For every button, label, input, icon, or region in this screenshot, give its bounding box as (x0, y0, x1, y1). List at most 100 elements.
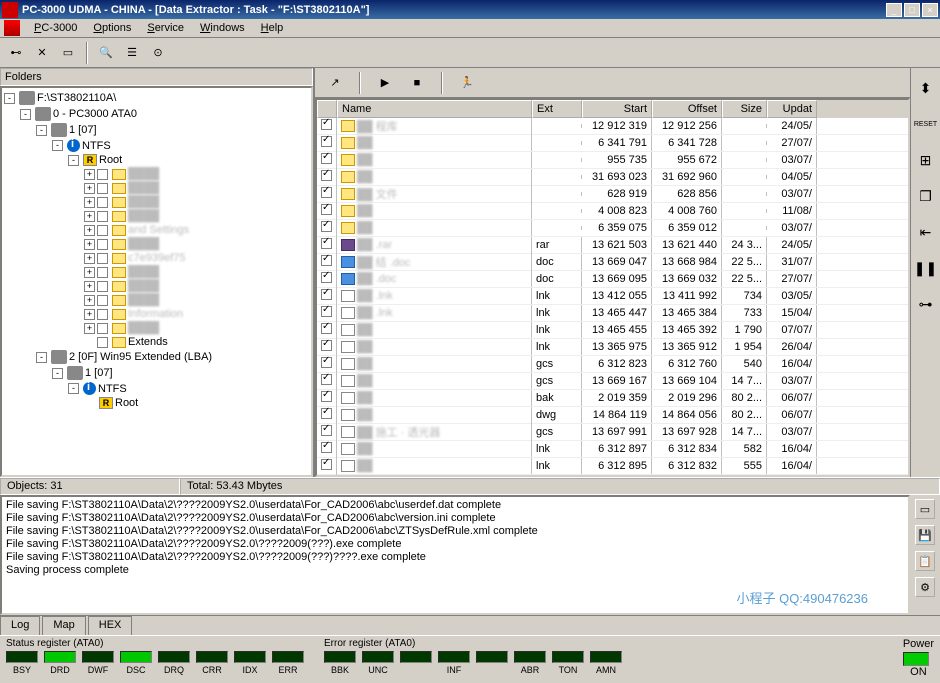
tree-checkbox[interactable] (97, 169, 108, 180)
row-checkbox[interactable] (321, 340, 332, 351)
col-updated[interactable]: Updat (767, 100, 817, 118)
tool-search-icon[interactable]: 🔍 (94, 41, 118, 65)
side-copy-icon[interactable]: ❐ (914, 184, 938, 208)
side-tool-1-icon[interactable]: ⬍ (914, 76, 938, 100)
col-size[interactable]: Size (722, 100, 767, 118)
col-offset[interactable]: Offset (652, 100, 722, 118)
tree-label[interactable]: and Settings (128, 224, 189, 236)
side-pause-icon[interactable]: ❚❚ (914, 256, 938, 280)
table-row[interactable]: ██gcs13 669 16713 669 10414 7...03/07/ (317, 373, 908, 390)
tree-checkbox[interactable] (97, 253, 108, 264)
row-checkbox[interactable] (321, 136, 332, 147)
tree-label[interactable]: ████ (128, 280, 159, 292)
tree-toggle[interactable]: + (84, 309, 95, 320)
row-checkbox[interactable] (321, 391, 332, 402)
tree-toggle[interactable]: + (84, 323, 95, 334)
tree-label[interactable]: F:\ST3802110A\ (37, 92, 116, 104)
tree-label[interactable]: ████ (128, 294, 159, 306)
tree-label[interactable]: NTFS (98, 383, 127, 395)
tree-checkbox[interactable] (97, 211, 108, 222)
side-reset-icon[interactable]: RESET (914, 112, 938, 136)
side-tool-7-icon[interactable]: ⊶ (914, 292, 938, 316)
table-row[interactable]: ██lnk13 365 97513 365 9121 95426/04/ (317, 339, 908, 356)
row-checkbox[interactable] (321, 170, 332, 181)
tree-checkbox[interactable] (97, 197, 108, 208)
row-checkbox[interactable] (321, 408, 332, 419)
tree-toggle[interactable]: - (4, 93, 15, 104)
tree-label[interactable]: 2 [0F] Win95 Extended (LBA) (69, 351, 212, 363)
menu-options[interactable]: Options (85, 20, 139, 36)
tree-toggle[interactable]: - (52, 368, 63, 379)
log-copy-icon[interactable]: 📋 (915, 551, 935, 571)
table-row[interactable]: ██bak2 019 3592 019 29680 2...06/07/ (317, 390, 908, 407)
table-row[interactable]: ██ 施工 · 透光器gcs13 697 99113 697 92814 7..… (317, 424, 908, 441)
tree-checkbox[interactable] (97, 323, 108, 334)
tab-log[interactable]: Log (0, 616, 40, 635)
row-checkbox[interactable] (321, 255, 332, 266)
tree-toggle[interactable]: + (84, 239, 95, 250)
tree-toggle[interactable]: + (84, 281, 95, 292)
tool-connect-icon[interactable]: ⊷ (4, 41, 28, 65)
row-checkbox[interactable] (321, 374, 332, 385)
menu-service[interactable]: Service (139, 20, 192, 36)
tree-checkbox[interactable] (97, 267, 108, 278)
tool-list-icon[interactable]: ☰ (120, 41, 144, 65)
table-row[interactable]: ██6 359 0756 359 01203/07/ (317, 220, 908, 237)
row-checkbox[interactable] (321, 153, 332, 164)
tool-disk-icon[interactable]: ⊙ (146, 41, 170, 65)
table-row[interactable]: ██ .docdoc13 669 09513 669 03222 5...27/… (317, 271, 908, 288)
row-checkbox[interactable] (321, 425, 332, 436)
col-name[interactable]: Name (337, 100, 532, 118)
menu-pc-3000[interactable]: PC-3000 (26, 20, 85, 36)
table-row[interactable]: ██lnk6 312 8976 312 83458216/04/ (317, 441, 908, 458)
log-settings-icon[interactable]: ⚙ (915, 577, 935, 597)
menu-windows[interactable]: Windows (192, 20, 253, 36)
row-checkbox[interactable] (321, 357, 332, 368)
row-checkbox[interactable] (321, 272, 332, 283)
tree-checkbox[interactable] (97, 183, 108, 194)
table-row[interactable]: ██ 结 .docdoc13 669 04713 668 98422 5...3… (317, 254, 908, 271)
row-checkbox[interactable] (321, 323, 332, 334)
tree-label[interactable]: Extends (128, 336, 168, 348)
file-list[interactable]: Name Ext Start Offset Size Updat ██ 程库12… (315, 98, 910, 477)
tree-label[interactable]: NTFS (82, 140, 111, 152)
tree-toggle[interactable]: - (52, 140, 63, 151)
export-icon[interactable]: ↗ (323, 71, 347, 95)
table-row[interactable]: ██ .lnklnk13 465 44713 465 38473315/04/ (317, 305, 908, 322)
tree-checkbox[interactable] (97, 281, 108, 292)
row-checkbox[interactable] (321, 306, 332, 317)
tool-catalog-icon[interactable]: ▭ (56, 41, 80, 65)
table-row[interactable]: ██4 008 8234 008 76011/08/ (317, 203, 908, 220)
table-row[interactable]: ██gcs6 312 8236 312 76054016/04/ (317, 356, 908, 373)
stop-icon[interactable]: ■ (405, 71, 429, 95)
tree-label[interactable]: 1 [07] (69, 124, 97, 136)
tree-checkbox[interactable] (97, 309, 108, 320)
row-checkbox[interactable] (321, 204, 332, 215)
table-row[interactable]: ██lnk13 465 45513 465 3921 79007/07/ (317, 322, 908, 339)
col-check[interactable] (317, 100, 337, 118)
tree-toggle[interactable]: + (84, 225, 95, 236)
play-icon[interactable]: ▶ (373, 71, 397, 95)
tree-checkbox[interactable] (97, 295, 108, 306)
tree-label[interactable]: ████ (128, 182, 159, 194)
tree-label[interactable]: 0 - PC3000 ATA0 (53, 108, 137, 120)
row-checkbox[interactable] (321, 459, 332, 470)
table-row[interactable]: ██955 735955 67203/07/ (317, 152, 908, 169)
row-checkbox[interactable] (321, 238, 332, 249)
table-row[interactable]: ██lnk6 312 8956 312 83255516/04/ (317, 458, 908, 475)
row-checkbox[interactable] (321, 221, 332, 232)
tree-toggle[interactable]: - (68, 155, 79, 166)
tree-toggle[interactable]: + (84, 267, 95, 278)
tree-checkbox[interactable] (97, 225, 108, 236)
tree-label[interactable]: Root (99, 154, 122, 166)
side-tool-3-icon[interactable]: ⊞ (914, 148, 938, 172)
tree-toggle[interactable]: - (36, 125, 47, 136)
tree-toggle[interactable]: + (84, 253, 95, 264)
tree-checkbox[interactable] (97, 337, 108, 348)
tab-map[interactable]: Map (42, 616, 85, 635)
row-checkbox[interactable] (321, 289, 332, 300)
run-icon[interactable]: 🏃 (455, 71, 479, 95)
log-save-icon[interactable]: 💾 (915, 525, 935, 545)
tree-label[interactable]: Root (115, 397, 138, 409)
tree-toggle[interactable]: + (84, 183, 95, 194)
